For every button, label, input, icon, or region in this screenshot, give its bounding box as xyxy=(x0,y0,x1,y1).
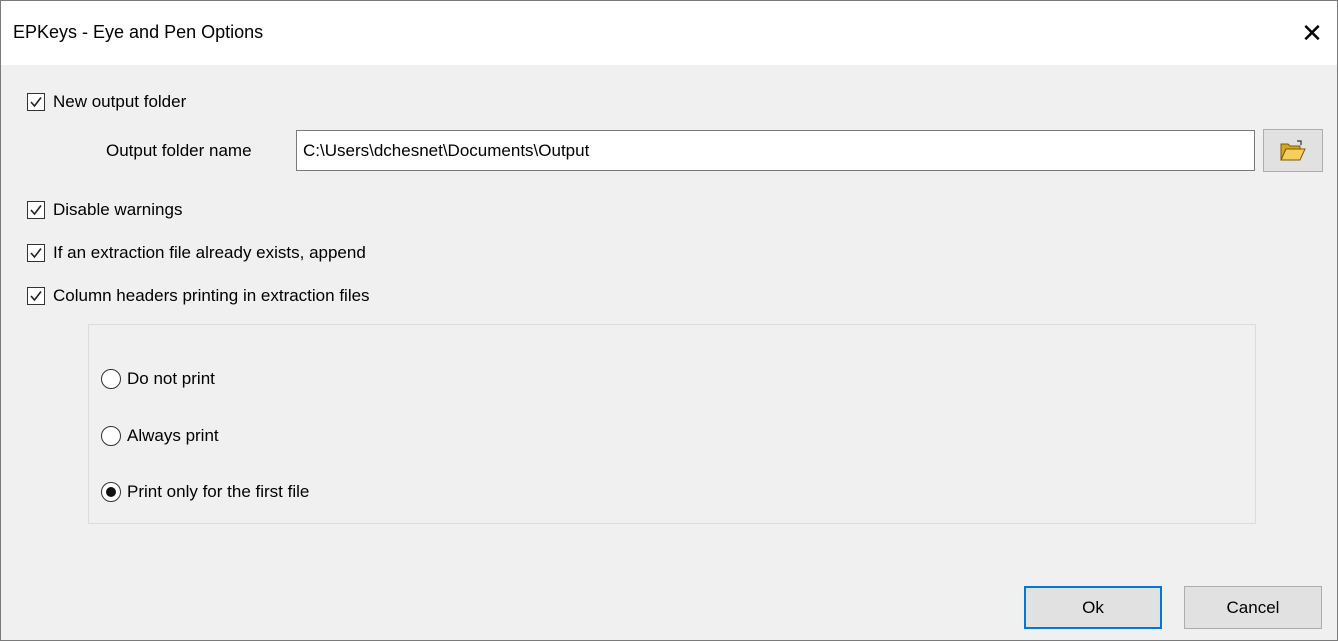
close-icon[interactable]: ✕ xyxy=(1297,15,1327,51)
column-headers-checkbox[interactable] xyxy=(27,287,45,305)
append-checkbox[interactable] xyxy=(27,244,45,262)
column-headers-label: Column headers printing in extraction fi… xyxy=(53,286,370,305)
new-output-folder-label: New output folder xyxy=(53,92,187,111)
folder-open-icon xyxy=(1280,140,1306,161)
radio-do-not-print[interactable] xyxy=(101,369,121,389)
radio-selected-dot xyxy=(106,487,116,497)
radio-print-first-file[interactable] xyxy=(101,482,121,502)
browse-folder-button[interactable] xyxy=(1263,129,1323,172)
checkmark-icon xyxy=(30,97,42,108)
checkmark-icon xyxy=(30,291,42,302)
disable-warnings-label: Disable warnings xyxy=(53,200,183,219)
cancel-button[interactable]: Cancel xyxy=(1184,586,1322,629)
disable-warnings-checkbox[interactable] xyxy=(27,201,45,219)
radio-do-not-print-label: Do not print xyxy=(127,369,215,388)
ok-button[interactable]: Ok xyxy=(1024,586,1162,629)
dialog-title: EPKeys - Eye and Pen Options xyxy=(13,22,264,42)
radio-always-print[interactable] xyxy=(101,426,121,446)
options-dialog: EPKeys - Eye and Pen Options ✕ New outpu… xyxy=(0,0,1338,641)
radio-always-print-label: Always print xyxy=(127,426,219,445)
title-bar: EPKeys - Eye and Pen Options ✕ xyxy=(1,1,1337,65)
new-output-folder-checkbox[interactable] xyxy=(27,93,45,111)
checkmark-icon xyxy=(30,205,42,216)
append-label: If an extraction file already exists, ap… xyxy=(53,243,366,262)
output-folder-input[interactable]: C:\Users\dchesnet\Documents\Output xyxy=(296,130,1255,171)
output-folder-label: Output folder name xyxy=(106,141,252,160)
checkmark-icon xyxy=(30,248,42,259)
radio-print-first-file-label: Print only for the first file xyxy=(127,482,310,501)
